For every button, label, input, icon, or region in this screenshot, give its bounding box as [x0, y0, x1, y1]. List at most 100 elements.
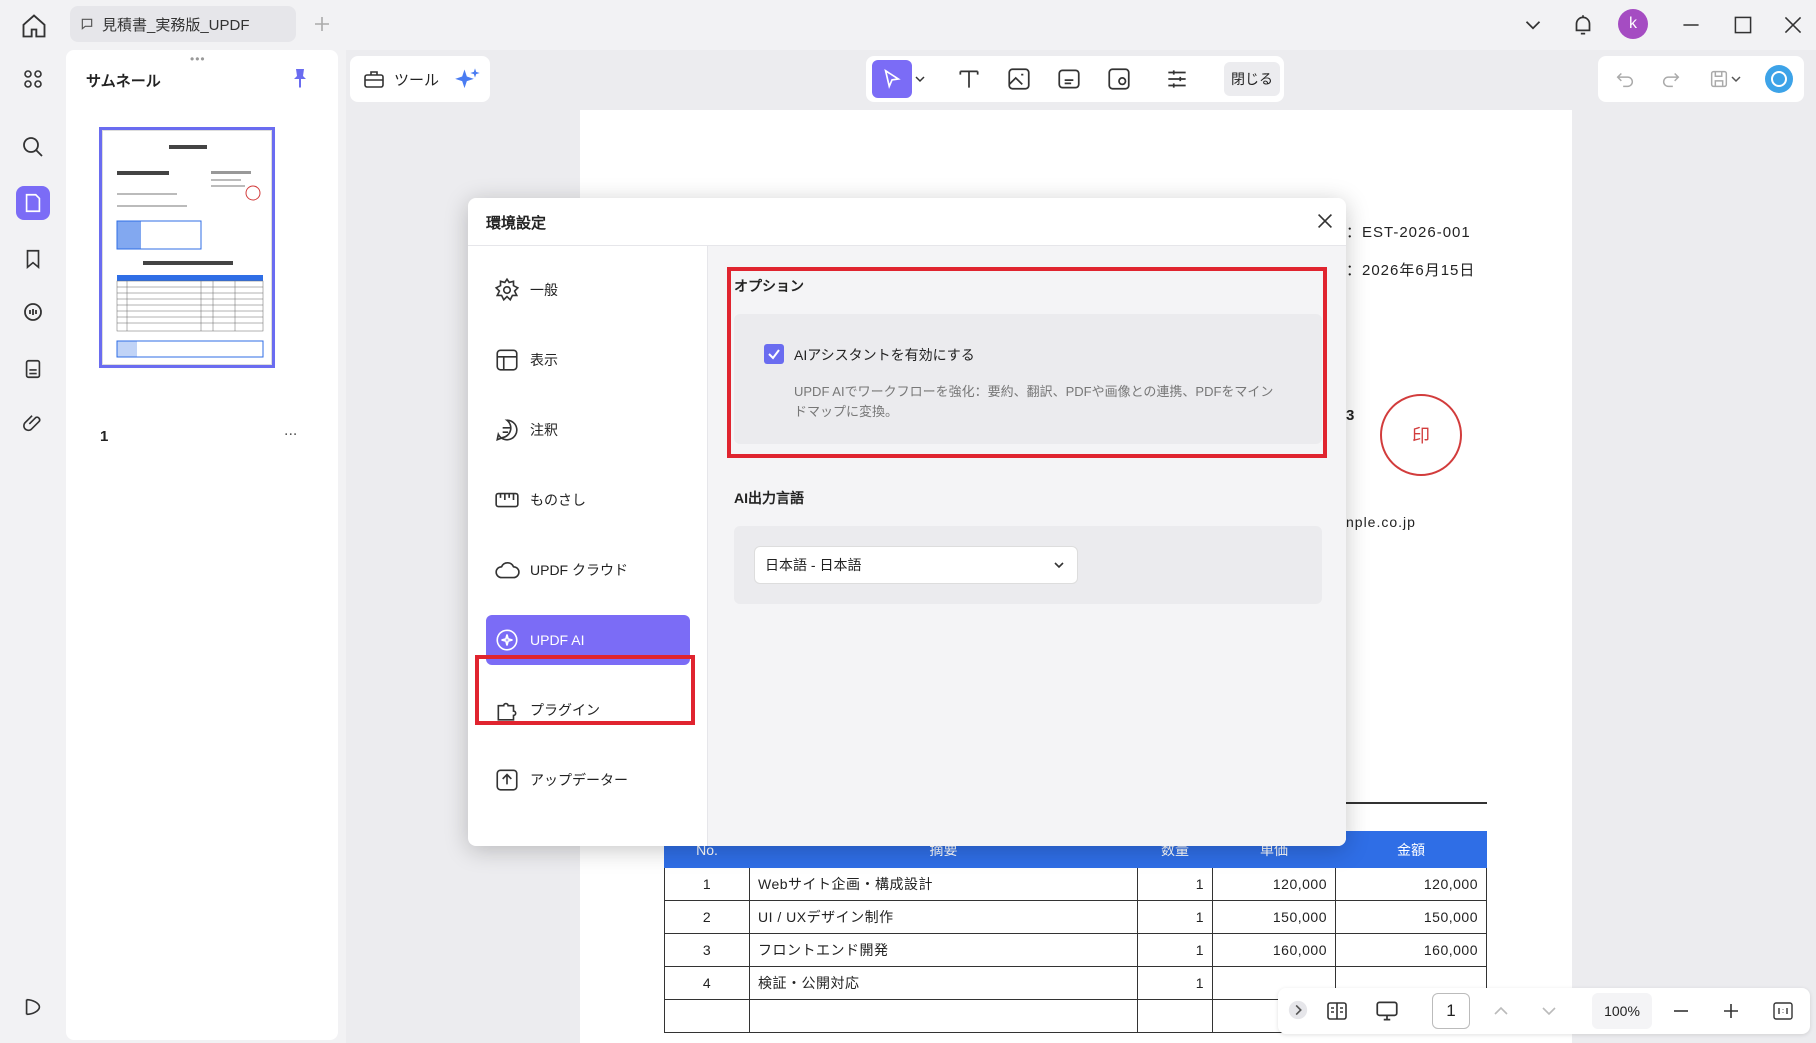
nav-label: アップデーター — [530, 772, 628, 788]
thumbnail-icon[interactable] — [16, 186, 50, 220]
nav-label: UPDF AI — [530, 632, 585, 648]
comment-icon — [496, 419, 518, 442]
page-down-icon[interactable] — [1534, 996, 1564, 1026]
table-cell: 3 — [664, 933, 750, 967]
ai-sparkle-icon[interactable] — [454, 66, 482, 94]
collapse-icon[interactable] — [1286, 998, 1310, 1022]
pin-icon[interactable] — [288, 66, 312, 90]
redo-icon[interactable] — [1656, 64, 1686, 94]
select-tool-button[interactable] — [872, 60, 912, 98]
ai-icon — [496, 629, 518, 651]
ruler-icon — [495, 492, 519, 508]
nav-item-cloud[interactable]: UPDF クラウド — [486, 545, 690, 595]
gear-icon — [494, 277, 520, 302]
page-layout-icon[interactable] — [1322, 996, 1352, 1026]
pages-icon[interactable] — [16, 352, 50, 386]
stamp-tool-icon[interactable] — [1104, 64, 1134, 94]
table-cell: 検証・公開対応 — [749, 966, 1138, 1000]
thumbnail-more-button[interactable]: ... — [284, 422, 297, 440]
avatar[interactable]: k — [1618, 9, 1648, 39]
nav-item-display[interactable]: 表示 — [486, 335, 690, 385]
table-cell: 150,000 — [1335, 900, 1487, 934]
undo-icon[interactable] — [1610, 64, 1640, 94]
close-edit-button[interactable]: 閉じる — [1224, 62, 1280, 96]
comment-list-icon[interactable] — [16, 296, 50, 330]
nav-label: 一般 — [530, 282, 558, 298]
edit-toolbar: 閉じる — [866, 56, 1284, 102]
apps-icon[interactable] — [16, 62, 50, 96]
panel-grip[interactable]: ••• — [190, 52, 206, 66]
properties-icon[interactable] — [1162, 64, 1192, 94]
left-rail — [0, 50, 66, 1043]
minimize-icon[interactable] — [1678, 12, 1704, 38]
search-icon[interactable] — [16, 130, 50, 164]
attachment-icon[interactable] — [16, 406, 50, 440]
table-cell: UI / UXデザイン制作 — [749, 900, 1138, 934]
page-thumbnail[interactable] — [99, 127, 275, 368]
table-cell: 1 — [1137, 900, 1213, 934]
estimate-date: ：2026年6月15日 — [1346, 262, 1476, 279]
zoom-level[interactable]: 100% — [1592, 993, 1652, 1029]
output-language-card: 日本語 - 日本語 — [734, 526, 1322, 604]
cursor-icon — [884, 68, 901, 89]
add-tab-icon[interactable] — [312, 14, 332, 34]
home-icon[interactable] — [20, 12, 48, 40]
comment-icon — [81, 18, 93, 30]
zoom-in-icon[interactable] — [1716, 996, 1746, 1026]
table-cell: 1 — [664, 867, 750, 901]
title-bar: 見積書_実務版_UPDF k — [0, 0, 1816, 50]
maximize-icon[interactable] — [1730, 12, 1756, 38]
presentation-icon[interactable] — [1372, 996, 1402, 1026]
image-tool-icon[interactable] — [1004, 64, 1034, 94]
dialog-header: 環境設定 — [468, 198, 1346, 246]
table-cell: 4 — [664, 966, 750, 1000]
preferences-nav: 一般 表示 注釈 ものさし UPDF クラウド UPDF AI プラグイン アッ… — [468, 246, 708, 846]
page-navigation-bar: 1 100% — [1278, 988, 1810, 1034]
toolbox-icon — [364, 71, 384, 88]
tab-title: 見積書_実務版_UPDF — [102, 16, 250, 34]
thumbnail-page-number: 1 — [100, 428, 109, 445]
table-cell: 1 — [1137, 867, 1213, 901]
table-cell: 1 — [1137, 933, 1213, 967]
nav-item-general[interactable]: 一般 — [486, 265, 690, 315]
chevron-down-icon[interactable] — [1728, 64, 1744, 94]
nav-item-ruler[interactable]: ものさし — [486, 475, 690, 525]
seal-stamp: 印 — [1380, 394, 1462, 476]
table-cell: 1 — [1137, 966, 1213, 1000]
bell-icon[interactable] — [1570, 12, 1596, 38]
chevron-down-icon[interactable] — [1520, 12, 1546, 38]
table-cell: 120,000 — [1212, 867, 1336, 901]
text-tool-icon[interactable] — [954, 64, 984, 94]
nav-item-updater[interactable]: アップデーター — [486, 755, 690, 805]
nav-label: UPDF クラウド — [530, 562, 628, 578]
email-fragment: nple.co.jp — [1346, 514, 1416, 530]
layout-icon — [496, 349, 518, 371]
table-header: 金額 — [1335, 831, 1487, 868]
actual-size-icon[interactable] — [1768, 996, 1798, 1026]
document-tab[interactable]: 見積書_実務版_UPDF — [70, 6, 296, 42]
nav-item-annotation[interactable]: 注釈 — [486, 405, 690, 455]
output-language-select[interactable]: 日本語 - 日本語 — [754, 546, 1078, 584]
highlight-box — [475, 655, 695, 725]
ui-settings-icon[interactable] — [16, 990, 50, 1024]
nav-label: 表示 — [530, 352, 558, 368]
link-tool-icon[interactable] — [1054, 64, 1084, 94]
address-fragment: 3 — [1346, 407, 1356, 424]
page-number-input[interactable]: 1 — [1432, 993, 1470, 1029]
page-up-icon[interactable] — [1486, 996, 1516, 1026]
updf-ai-icon[interactable] — [1764, 64, 1794, 94]
bookmark-icon[interactable] — [16, 242, 50, 276]
close-icon[interactable] — [1314, 210, 1336, 232]
output-language-title: AI出力言語 — [734, 490, 804, 506]
table-cell: 120,000 — [1335, 867, 1487, 901]
table-cell — [1137, 999, 1213, 1033]
close-window-icon[interactable] — [1780, 12, 1806, 38]
chevron-down-icon — [1054, 562, 1064, 569]
table-row: 3 フロントエンド開発 1 160,000 160,000 — [664, 933, 1487, 967]
zoom-out-icon[interactable] — [1666, 996, 1696, 1026]
dialog-title: 環境設定 — [486, 215, 547, 232]
tools-label: ツール — [394, 71, 440, 89]
table-row: 1 Webサイト企画・構成設計 1 120,000 120,000 — [664, 867, 1487, 901]
select-value: 日本語 - 日本語 — [765, 557, 862, 573]
chevron-down-icon[interactable] — [912, 64, 928, 94]
